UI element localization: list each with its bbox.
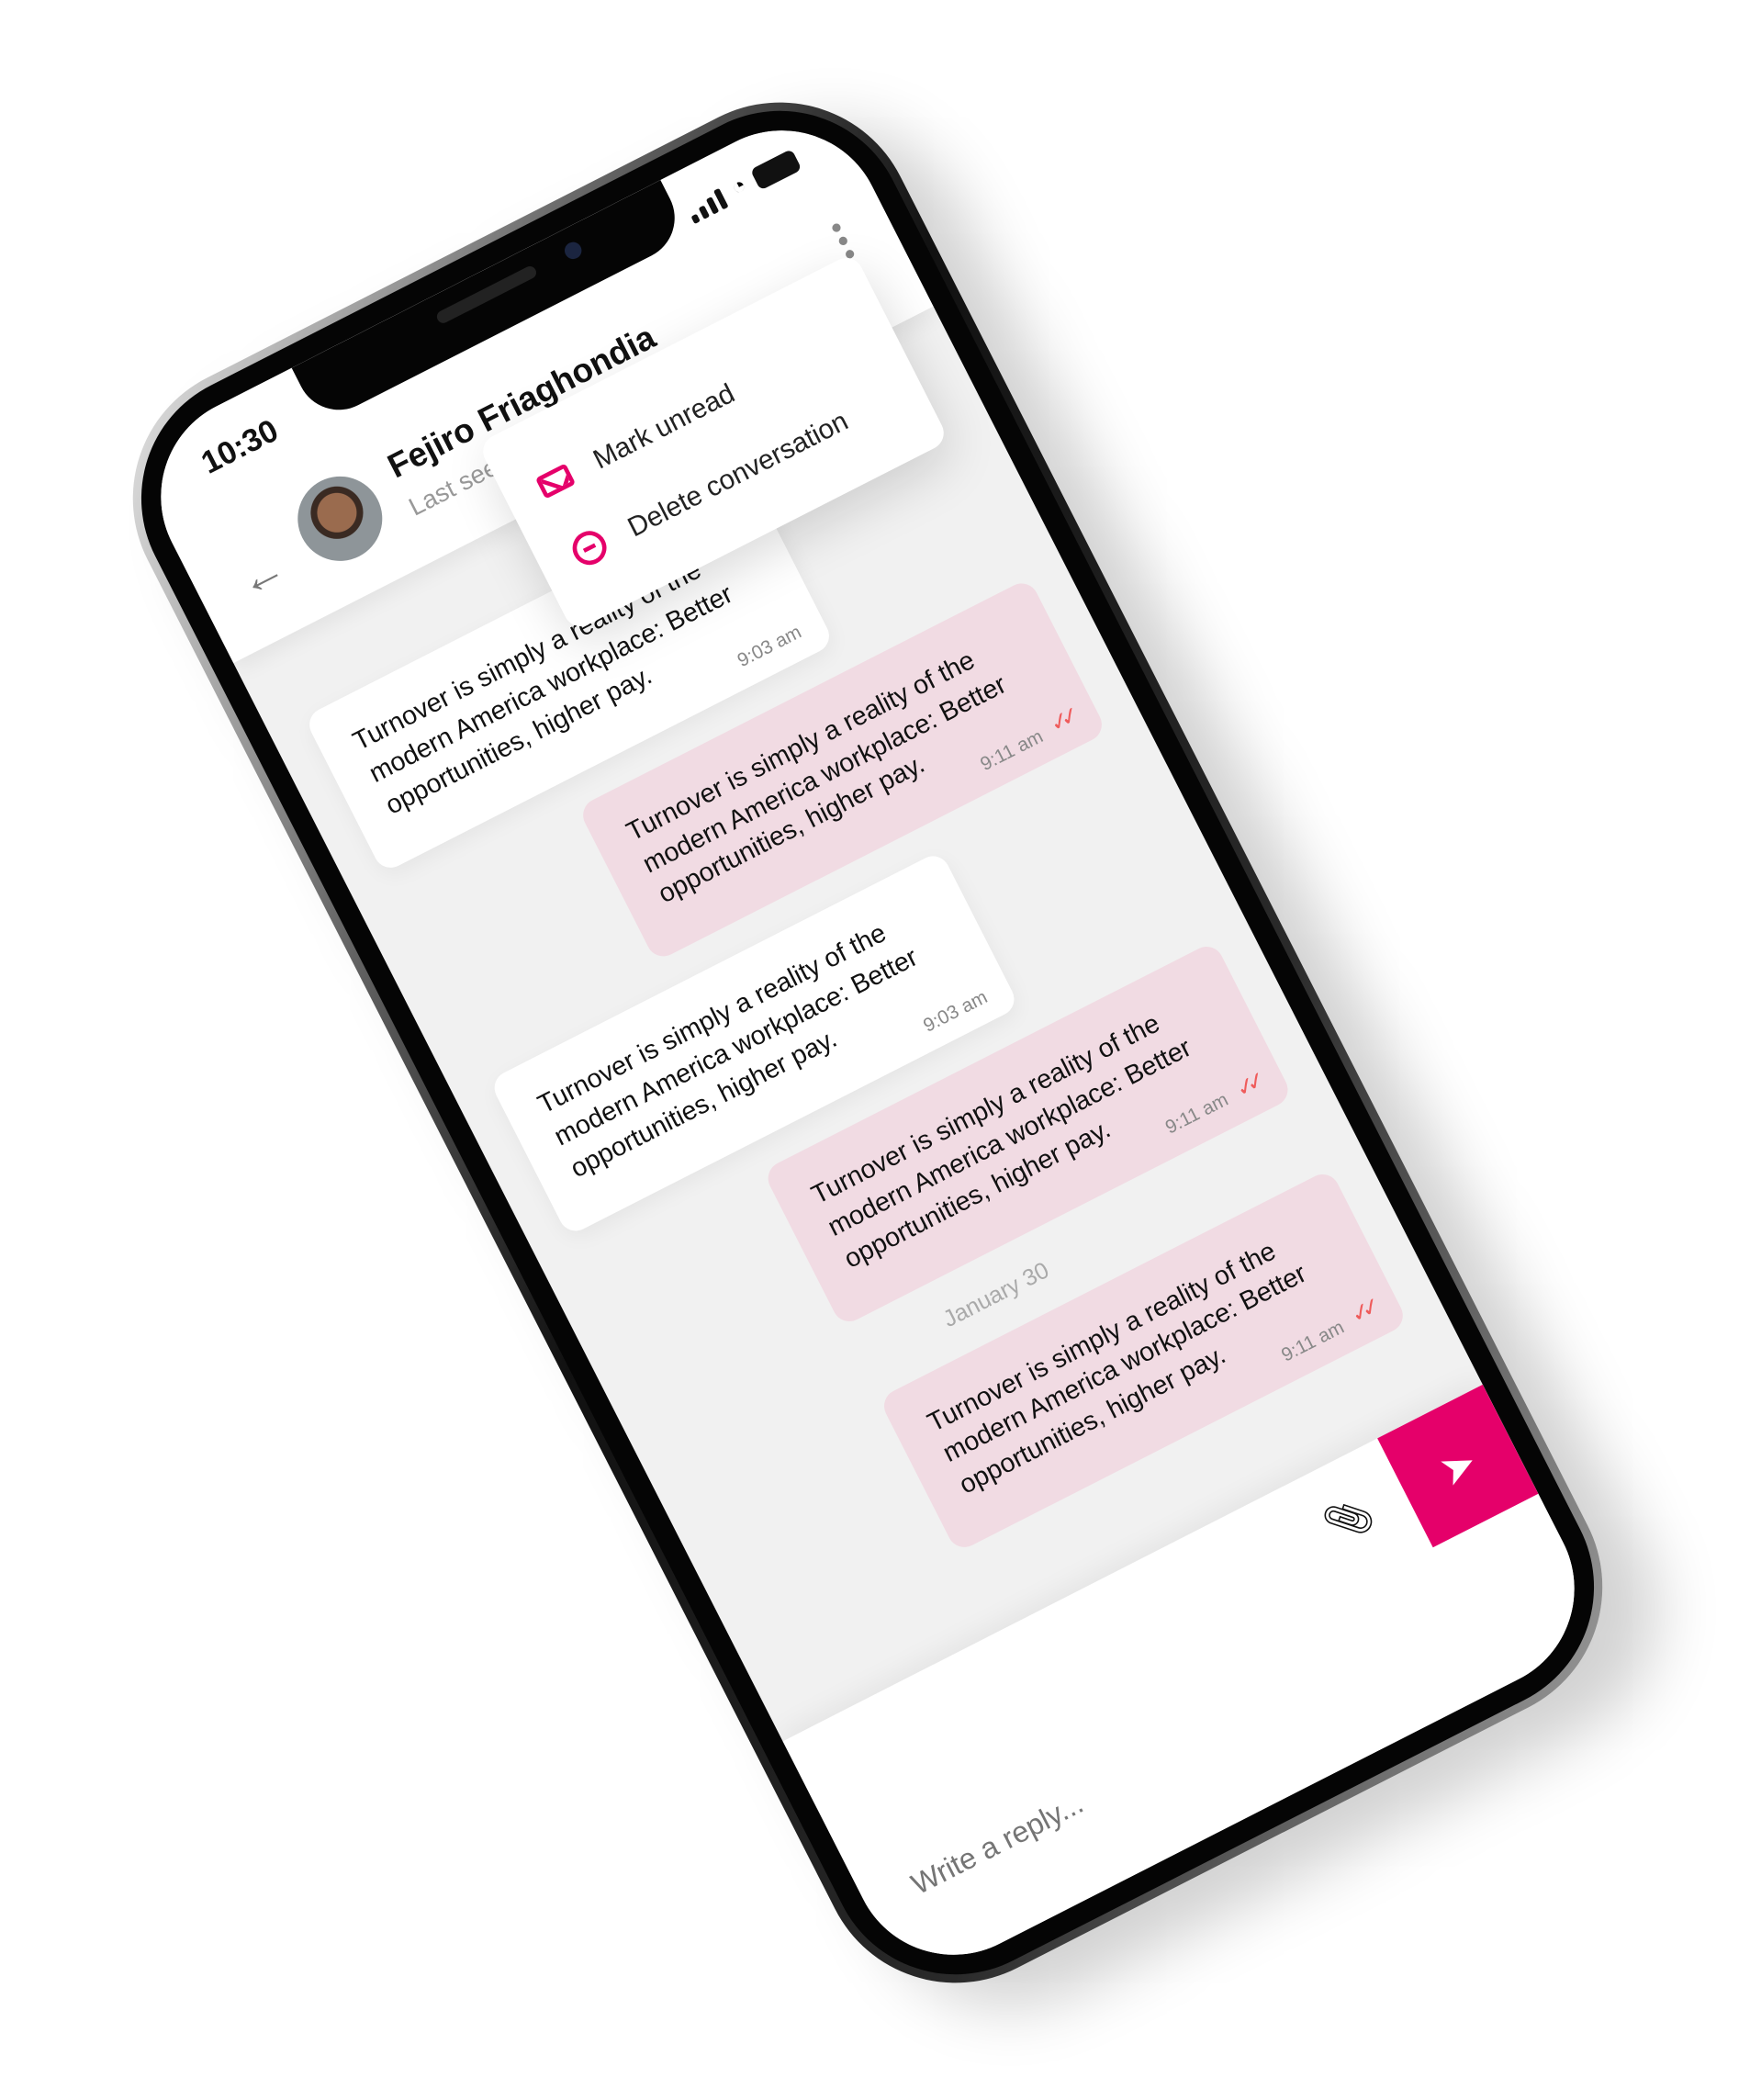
message-time: 9:03 am — [919, 985, 991, 1036]
message-time: 9:03 am — [734, 622, 805, 672]
double-check-icon: ✓✓ — [1231, 1070, 1263, 1104]
status-time: 10:30 — [196, 412, 285, 482]
system-icons: ◔ — [685, 149, 802, 224]
avatar[interactable] — [283, 461, 398, 576]
phone-mockup: 10:30 ◔ ← Fejiro Friaghondia Last seen M… — [85, 55, 1650, 2030]
kebab-icon[interactable] — [830, 221, 856, 260]
chat-screen: 10:30 ◔ ← Fejiro Friaghondia Last seen M… — [126, 95, 1610, 1990]
camera — [561, 239, 585, 263]
signal-icon — [686, 187, 730, 224]
arrow-left-icon[interactable]: ← — [229, 540, 295, 610]
send-icon: ➤ — [1431, 1438, 1485, 1496]
reply-input[interactable] — [901, 1617, 1415, 1905]
envelope-icon — [530, 455, 581, 506]
message-time: 9:11 am — [1277, 1315, 1348, 1365]
battery-icon — [749, 149, 802, 191]
paperclip-icon[interactable]: 📎︎ — [1318, 1489, 1381, 1551]
double-check-icon: ✓✓ — [1347, 1297, 1379, 1331]
wifi-icon: ◔ — [726, 173, 752, 202]
message-time: 9:11 am — [1161, 1088, 1232, 1139]
message-time: 9:11 am — [976, 724, 1047, 775]
minus-circle-icon — [564, 522, 615, 574]
message-text: Turnover is simply a reality of the mode… — [922, 1235, 1312, 1501]
double-check-icon: ✓✓ — [1046, 706, 1078, 740]
